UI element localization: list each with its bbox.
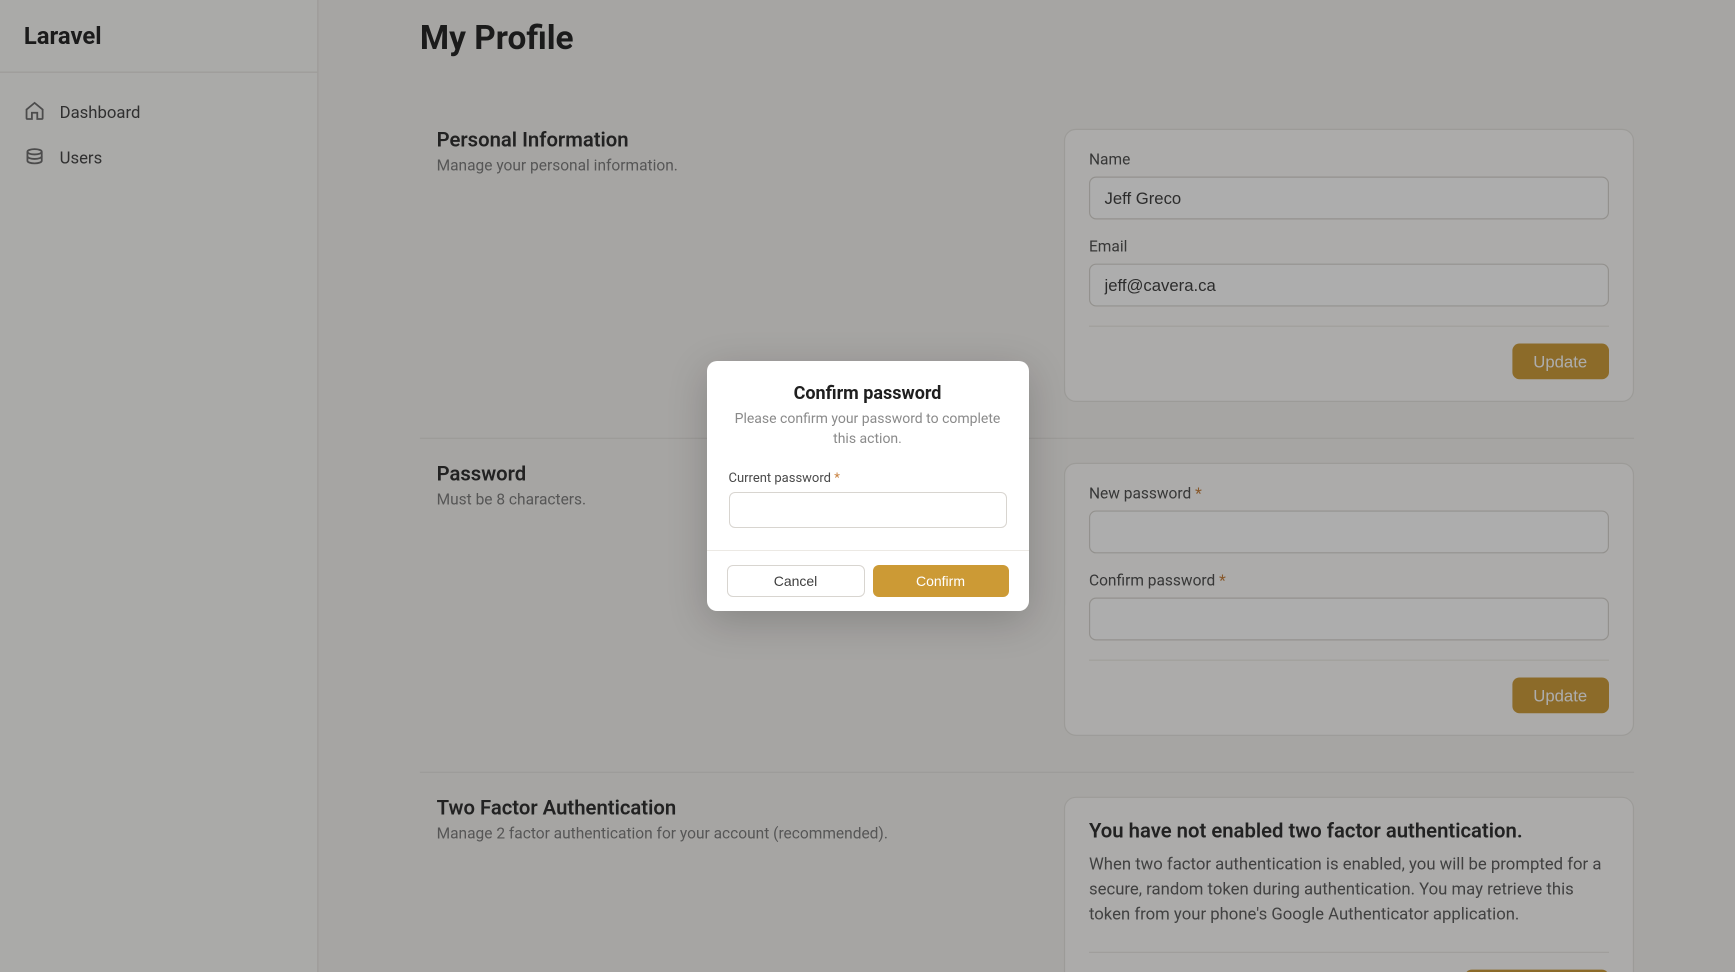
modal-subtitle: Please confirm your password to complete… [729,410,1007,449]
modal-title: Confirm password [729,383,1007,404]
current-password-input[interactable] [729,492,1007,528]
confirm-password-modal: Confirm password Please confirm your pas… [707,361,1029,611]
confirm-button[interactable]: Confirm [873,565,1009,597]
current-password-label: Current password * [729,471,1007,486]
modal-overlay[interactable]: Confirm password Please confirm your pas… [0,0,1735,972]
cancel-button[interactable]: Cancel [727,565,865,597]
